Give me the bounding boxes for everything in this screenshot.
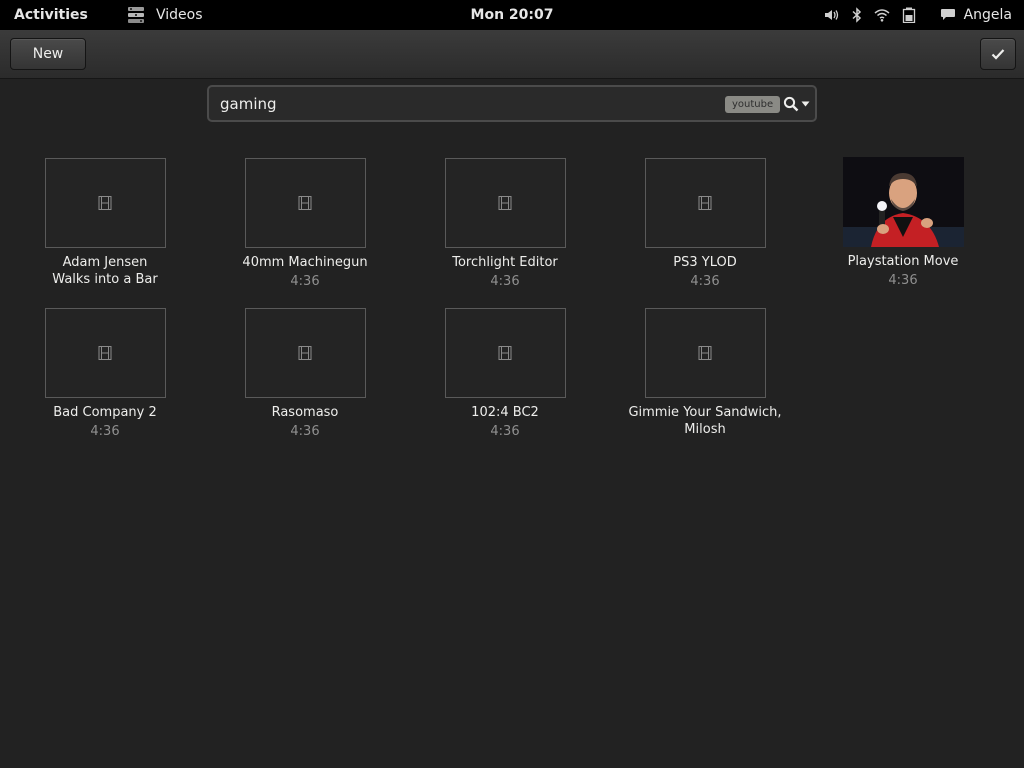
video-title: Adam Jensen Walks into a Bar [52,255,158,287]
video-duration: 4:36 [690,274,720,289]
search-source-tag[interactable]: youtube [725,96,781,113]
film-reel-icon [128,7,144,23]
bluetooth-icon[interactable] [852,7,862,23]
film-icon [298,346,312,360]
top-bar: Activities Videos Mon 20:07 Angela [0,0,1024,30]
video-title: Rasomaso [271,405,339,420]
video-title: PS3 YLOD [673,255,737,270]
video-item[interactable]: Torchlight Editor 4:36 [420,158,590,290]
film-icon [298,196,312,210]
checkmark-icon [991,49,1005,60]
film-icon [698,346,712,360]
app-menu[interactable]: Videos [126,4,203,26]
wifi-icon[interactable] [874,8,890,22]
video-title: Gimmie Your Sandwich, Milosh [628,405,782,437]
video-thumbnail[interactable] [44,308,166,398]
search-bar[interactable]: gaming youtube [207,85,817,122]
user-menu[interactable]: Angela [964,7,1012,23]
video-duration: 4:36 [290,424,320,439]
video-title: Torchlight Editor [452,255,558,270]
film-icon [498,346,512,360]
video-duration: 4:36 [290,274,320,289]
video-item[interactable]: Rasomaso 4:36 [220,308,390,440]
film-icon [698,196,712,210]
video-duration: 4:36 [490,274,520,289]
video-title: 102:4 BC2 [471,405,539,420]
video-duration: 4:36 [490,424,520,439]
film-icon [98,346,112,360]
film-icon [98,196,112,210]
thumbnail-image [842,157,964,247]
video-item[interactable]: 102:4 BC2 4:36 [420,308,590,440]
video-thumbnail[interactable] [444,308,566,398]
video-item[interactable]: Playstation Move 4:36 [818,157,988,289]
video-thumbnail[interactable] [44,158,166,248]
chevron-down-icon [801,101,810,107]
activities-button[interactable]: Activities [14,7,88,23]
status-area[interactable]: Angela [812,4,1012,26]
battery-icon[interactable] [902,7,916,23]
video-thumbnail[interactable] [244,308,366,398]
video-duration: 4:36 [888,273,918,288]
video-title: 40mm Machinegun [242,255,368,270]
chat-bubble-icon[interactable] [940,8,956,22]
volume-icon[interactable] [824,8,840,22]
new-button[interactable]: New [10,38,86,70]
video-item[interactable]: 40mm Machinegun 4:36 [220,158,390,290]
video-title: Playstation Move [847,254,959,269]
video-title: Bad Company 2 [53,405,157,420]
video-thumbnail[interactable] [244,158,366,248]
video-item[interactable]: Gimmie Your Sandwich, Milosh [620,308,790,438]
search-options-button[interactable] [783,96,810,112]
video-thumbnail-photo[interactable] [842,157,964,247]
search-input[interactable]: gaming [220,95,277,113]
toolbar: New [0,30,1024,79]
video-duration: 4:36 [90,424,120,439]
selection-mode-button[interactable] [980,38,1016,70]
search-icon [783,96,799,112]
video-item[interactable]: PS3 YLOD 4:36 [620,158,790,290]
video-item[interactable]: Bad Company 2 4:36 [20,308,190,440]
video-thumbnail[interactable] [644,158,766,248]
app-name: Videos [156,7,203,23]
video-thumbnail[interactable] [644,308,766,398]
video-thumbnail[interactable] [444,158,566,248]
clock[interactable]: Mon 20:07 [471,7,554,23]
video-item[interactable]: Adam Jensen Walks into a Bar [20,158,190,288]
film-icon [498,196,512,210]
